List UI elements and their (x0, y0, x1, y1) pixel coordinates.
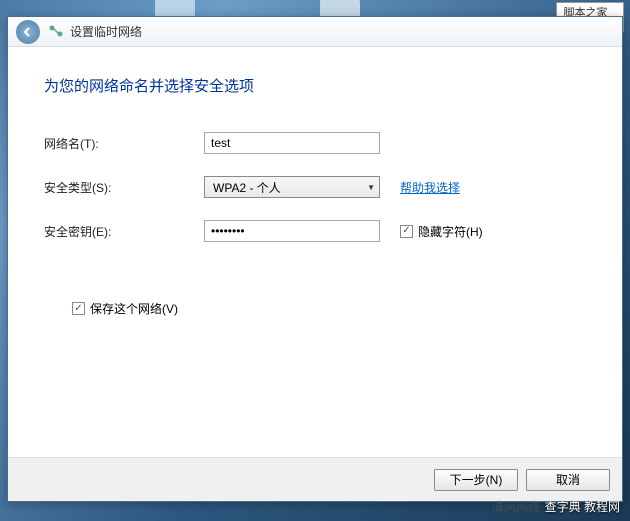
wizard-window: 设置临时网络 为您的网络命名并选择安全选项 网络名(T): 安全类型(S): W… (7, 16, 623, 502)
security-type-dropdown[interactable]: WPA2 - 个人 ▼ (204, 176, 380, 198)
wizard-content: 为您的网络命名并选择安全选项 网络名(T): 安全类型(S): WPA2 - 个… (8, 47, 622, 457)
back-button[interactable] (16, 20, 40, 44)
row-security-key: 安全密钥(E): 隐藏字符(H) (44, 220, 586, 242)
security-key-input[interactable] (204, 220, 380, 242)
page-heading: 为您的网络命名并选择安全选项 (44, 75, 586, 96)
help-link[interactable]: 帮助我选择 (400, 179, 460, 196)
watermark-bottom-right: 查字典 教程网 (545, 498, 620, 515)
arrow-left-icon (22, 26, 34, 38)
security-type-label: 安全类型(S): (44, 179, 204, 196)
network-name-input[interactable] (204, 132, 380, 154)
cancel-button[interactable]: 取消 (526, 469, 610, 491)
network-name-label: 网络名(T): (44, 135, 204, 152)
hide-chars-checkbox[interactable] (400, 225, 413, 238)
hide-chars-label: 隐藏字符(H) (418, 223, 483, 240)
save-network-label: 保存这个网络(V) (90, 300, 178, 317)
row-network-name: 网络名(T): (44, 132, 586, 154)
hide-chars-checkbox-wrap[interactable]: 隐藏字符(H) (400, 223, 483, 240)
security-type-value: WPA2 - 个人 (213, 179, 281, 196)
network-icon (48, 24, 64, 40)
next-button[interactable]: 下一步(N) (434, 469, 518, 491)
security-key-label: 安全密钥(E): (44, 223, 204, 240)
row-security-type: 安全类型(S): WPA2 - 个人 ▼ 帮助我选择 (44, 176, 586, 198)
wizard-footer: 下一步(N) 取消 (8, 457, 622, 501)
save-network-checkbox[interactable] (72, 302, 85, 315)
chevron-down-icon: ▼ (367, 183, 375, 192)
window-title: 设置临时网络 (70, 23, 142, 40)
save-network-checkbox-wrap[interactable]: 保存这个网络(V) (72, 300, 586, 317)
titlebar: 设置临时网络 (8, 17, 622, 47)
watermark-bottom-left: 清风网络 (492, 498, 540, 515)
